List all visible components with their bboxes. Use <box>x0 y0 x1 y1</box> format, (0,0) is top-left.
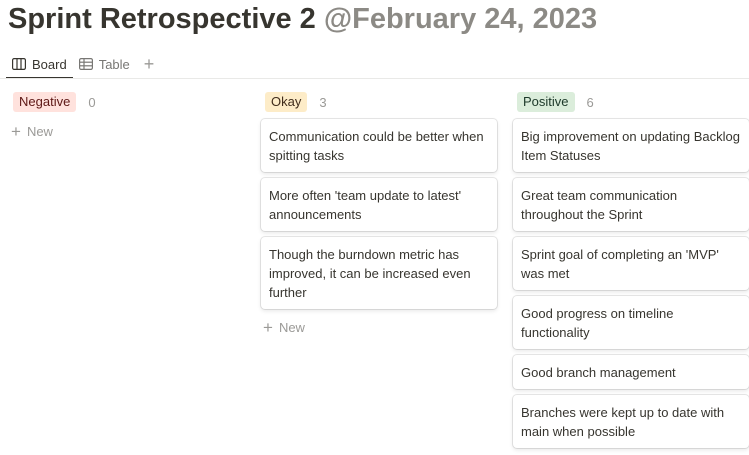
board-card[interactable]: Good branch management <box>513 355 749 389</box>
card-list: Big improvement on updating Backlog Item… <box>513 119 749 448</box>
column-header: Okay 3 <box>265 90 497 114</box>
new-card-button[interactable]: + New <box>11 119 245 143</box>
plus-icon: + <box>263 317 273 337</box>
column-count: 0 <box>88 94 96 110</box>
card-list: Communication could be better when spitt… <box>261 119 497 309</box>
tabs-divider <box>0 78 749 79</box>
column-negative: Negative 0 + New <box>9 90 245 143</box>
new-card-button[interactable]: + New <box>263 315 497 339</box>
board-card[interactable]: Sprint goal of completing an 'MVP' was m… <box>513 237 749 290</box>
tab-board[interactable]: Board <box>6 51 73 79</box>
view-tabs: Board Table + <box>6 50 159 79</box>
column-header: Negative 0 <box>13 90 245 114</box>
board-card[interactable]: More often 'team update to latest' annou… <box>261 178 497 231</box>
board-card[interactable]: Great team communication throughout the … <box>513 178 749 231</box>
board-card[interactable]: Good progress on timeline functionality <box>513 296 749 349</box>
tab-table[interactable]: Table <box>73 51 136 77</box>
page-title: Sprint Retrospective 2 @February 24, 2023 <box>8 0 597 38</box>
column-okay: Okay 3 Communication could be better whe… <box>261 90 497 339</box>
page-title-text: Sprint Retrospective 2 <box>8 3 316 35</box>
new-card-label: New <box>278 319 305 335</box>
add-view-icon[interactable]: + <box>140 55 159 73</box>
date-mention[interactable]: @February 24, 2023 <box>324 3 597 35</box>
plus-icon: + <box>11 121 21 141</box>
column-count: 6 <box>586 94 594 110</box>
status-tag-okay[interactable]: Okay <box>265 92 308 112</box>
board-icon <box>12 58 26 70</box>
column-count: 3 <box>319 94 327 110</box>
tab-table-label: Table <box>98 56 130 72</box>
column-positive: Positive 6 Big improvement on updating B… <box>513 90 749 454</box>
board-card[interactable]: Big improvement on updating Backlog Item… <box>513 119 749 172</box>
board-card[interactable]: Communication could be better when spitt… <box>261 119 497 172</box>
status-tag-negative[interactable]: Negative <box>13 92 77 112</box>
table-icon <box>78 58 93 70</box>
new-card-label: New <box>26 123 53 139</box>
board-card[interactable]: Branches were kept up to date with main … <box>513 395 749 448</box>
status-tag-positive[interactable]: Positive <box>517 92 575 112</box>
tab-board-label: Board <box>32 56 67 72</box>
board-card[interactable]: Though the burndown metric has improved,… <box>261 237 497 309</box>
column-header: Positive 6 <box>517 90 749 114</box>
